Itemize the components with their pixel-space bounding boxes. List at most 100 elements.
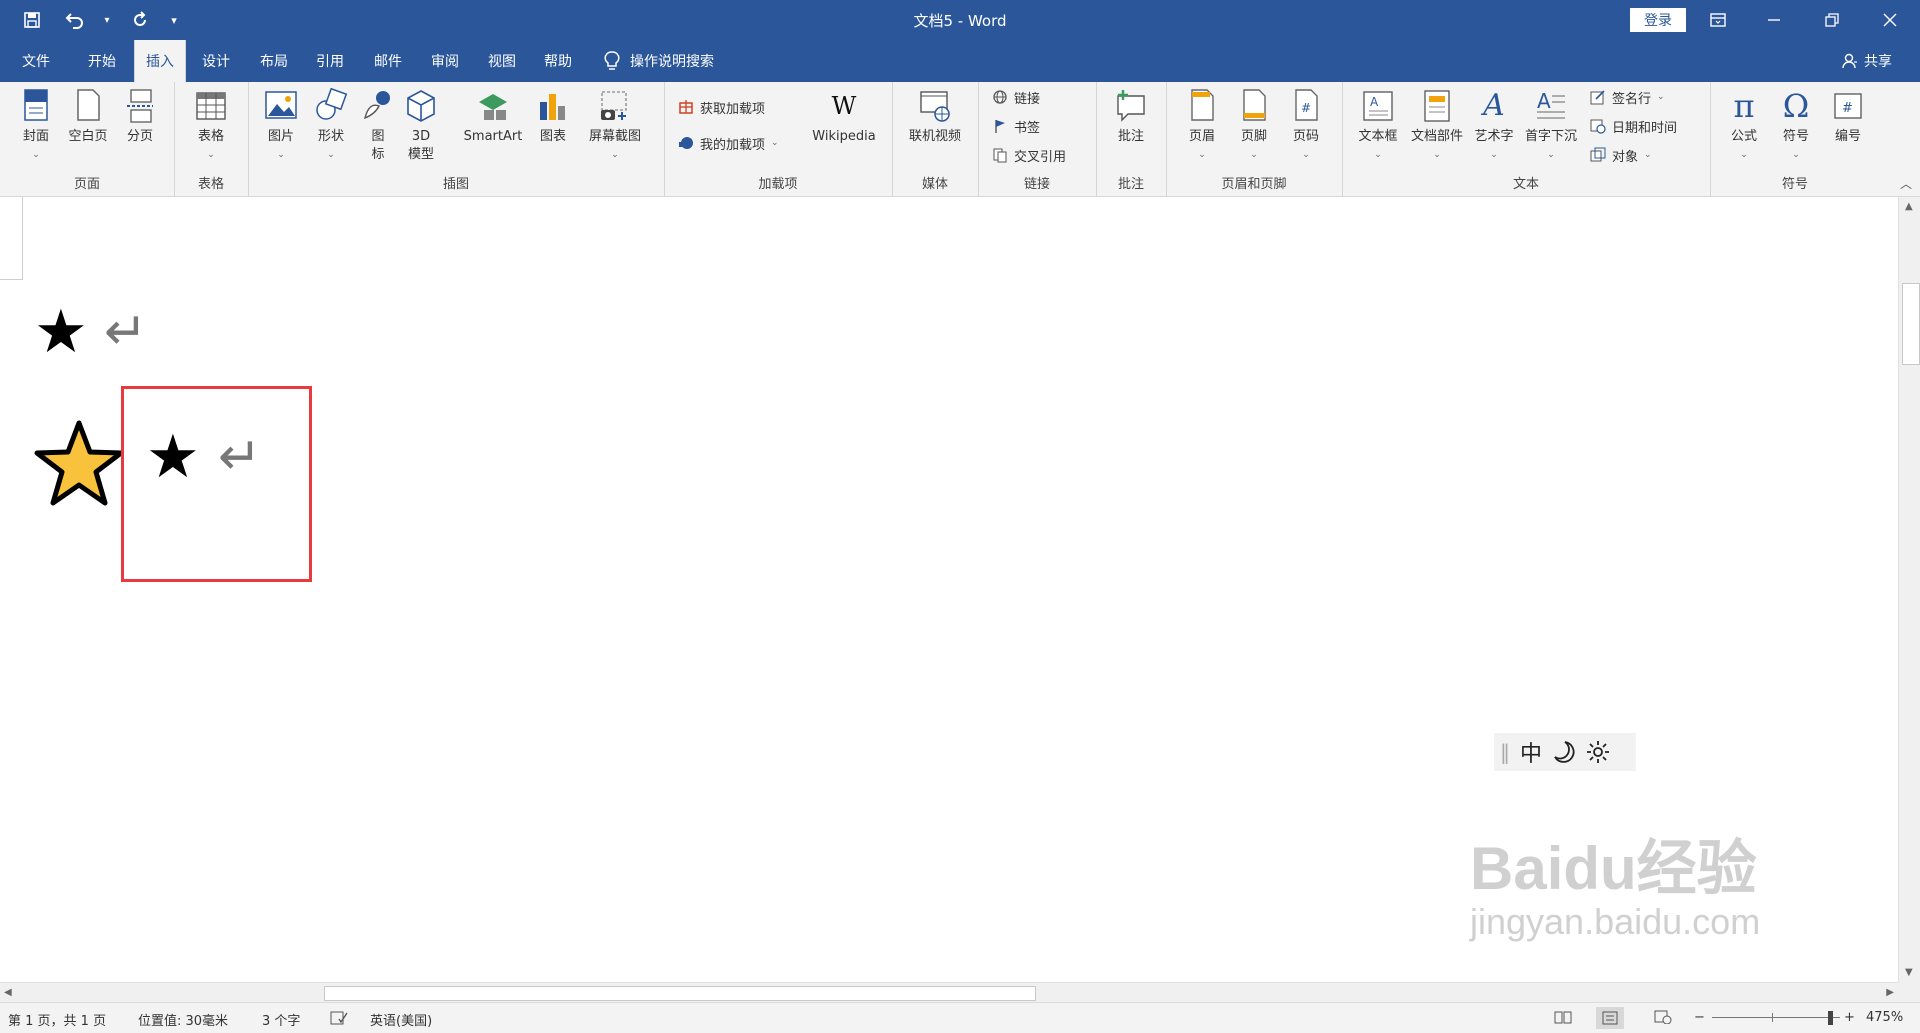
icons-button[interactable]: 图 标 <box>358 88 398 164</box>
blank-page-button[interactable]: 空白页 <box>62 88 114 146</box>
tab-references[interactable]: 引用 <box>304 40 356 82</box>
object-button[interactable]: 对象 ⌄ <box>1590 144 1652 166</box>
header-button[interactable]: 页眉 ⌄ <box>1176 88 1228 164</box>
proofing-icon[interactable] <box>330 1010 348 1030</box>
cross-reference-button[interactable]: 交叉引用 <box>992 144 1066 166</box>
chart-label: 图表 <box>539 129 566 144</box>
vertical-scroll-thumb[interactable] <box>1902 283 1920 365</box>
svg-text:A: A <box>1537 89 1551 113</box>
scroll-left-icon[interactable]: ◀ <box>4 987 12 998</box>
my-addins-label: 我的加载项 <box>700 137 766 153</box>
scroll-up-icon[interactable]: ▲ <box>1905 201 1913 212</box>
restore-icon[interactable] <box>1810 6 1854 34</box>
drop-cap-button[interactable]: A 首字下沉 ⌄ <box>1520 88 1582 164</box>
close-icon[interactable] <box>1868 6 1912 34</box>
cover-page-button[interactable]: 封面 ⌄ <box>10 88 62 164</box>
zoom-level[interactable]: 475% <box>1866 1010 1903 1025</box>
star-shape[interactable] <box>34 419 124 509</box>
minimize-icon[interactable] <box>1752 6 1796 34</box>
tab-insert[interactable]: 插入 <box>134 40 186 82</box>
scroll-right-icon[interactable]: ▶ <box>1886 987 1894 998</box>
drop-cap-label: 首字下沉 <box>1524 129 1577 144</box>
group-tables: 表格 ⌄ 表格 <box>174 82 249 196</box>
page-number-button[interactable]: # 页码 ⌄ <box>1280 88 1332 164</box>
wordart-button[interactable]: A 艺术字 ⌄ <box>1468 88 1520 164</box>
chevron-down-icon: ⌄ <box>1740 150 1748 160</box>
signature-line-button[interactable]: 签名行 ⌄ <box>1590 86 1665 108</box>
word-count[interactable]: 3 个字 <box>262 1010 300 1029</box>
link-button[interactable]: 链接 <box>992 86 1040 108</box>
share-button[interactable]: 共享 <box>1842 40 1892 82</box>
svg-text:#: # <box>1842 101 1853 116</box>
symbol-button[interactable]: Ω 符号 ⌄ <box>1770 88 1822 164</box>
page-break-button[interactable]: 分页 <box>114 88 166 146</box>
zoom-slider-center <box>1772 1013 1773 1022</box>
collapse-ribbon-icon[interactable]: ︿ <box>1900 175 1912 192</box>
equation-label: 公式 <box>1730 129 1757 144</box>
group-media: 联机视频 媒体 <box>892 82 979 196</box>
language[interactable]: 英语(美国) <box>370 1010 432 1029</box>
addins-icon <box>679 137 693 149</box>
zoom-slider-thumb[interactable] <box>1828 1011 1833 1025</box>
page-count[interactable]: 第 1 页，共 1 页 <box>8 1010 106 1029</box>
group-comments: 批注 批注 <box>1096 82 1167 196</box>
tab-design[interactable]: 设计 <box>190 40 242 82</box>
ime-mode-indicator[interactable]: 中 <box>1520 736 1542 768</box>
wikipedia-button[interactable]: W Wikipedia <box>804 88 884 146</box>
table-button[interactable]: 表格 ⌄ <box>185 88 237 164</box>
number-button[interactable]: # 编号 <box>1822 88 1874 146</box>
zoom-in-icon[interactable]: + <box>1844 1010 1855 1025</box>
link-icon <box>993 90 1007 104</box>
quick-parts-button[interactable]: 文档部件 ⌄ <box>1406 88 1468 164</box>
read-mode-icon[interactable] <box>1554 1010 1572 1028</box>
moon-icon[interactable] <box>1552 740 1576 764</box>
get-addins-button[interactable]: 获取加载项 <box>678 96 765 118</box>
horizontal-scrollbar[interactable]: ◀ ▶ <box>0 982 1898 1003</box>
screenshot-button[interactable]: 屏幕截图 ⌄ <box>580 88 650 164</box>
equation-button[interactable]: π 公式 ⌄ <box>1718 88 1770 164</box>
page-corner-marker <box>0 197 23 280</box>
bar-chart-icon <box>540 94 565 120</box>
my-addins-button[interactable]: 我的加载项 ⌄ <box>678 132 779 154</box>
text-box-label: 文本框 <box>1358 129 1398 144</box>
zoom-out-icon[interactable]: − <box>1694 1010 1705 1025</box>
footer-button[interactable]: 页脚 ⌄ <box>1228 88 1280 164</box>
tab-home[interactable]: 开始 <box>74 40 130 82</box>
chart-button[interactable]: 图表 <box>530 88 576 146</box>
chevron-down-icon: ⌄ <box>1433 150 1441 160</box>
tab-mailings[interactable]: 邮件 <box>362 40 414 82</box>
position-value[interactable]: 位置值: 30毫米 <box>138 1010 228 1029</box>
signature-line-label: 签名行 <box>1612 91 1652 107</box>
text-box-button[interactable]: A 文本框 ⌄ <box>1350 88 1406 164</box>
3d-models-button[interactable]: 3D 模型 <box>398 88 444 164</box>
tell-me-search[interactable]: 操作说明搜索 <box>604 40 714 82</box>
ime-drag-handle[interactable]: ‖ <box>1500 740 1510 764</box>
shapes-icon <box>316 88 348 120</box>
shapes-button[interactable]: 形状 ⌄ <box>308 88 354 164</box>
tab-view[interactable]: 视图 <box>476 40 528 82</box>
blank-page-icon <box>77 89 100 121</box>
horizontal-scroll-thumb[interactable] <box>324 986 1036 1001</box>
chevron-down-icon: ⌄ <box>611 150 619 160</box>
vertical-scrollbar[interactable]: ▲ ▼ <box>1898 197 1920 982</box>
smartart-button[interactable]: SmartArt <box>460 88 526 146</box>
tab-help[interactable]: 帮助 <box>532 40 584 82</box>
group-media-label: 媒体 <box>921 177 948 192</box>
bookmark-button[interactable]: 书签 <box>992 115 1040 137</box>
quick-parts-label: 文档部件 <box>1410 129 1463 144</box>
ribbon-display-options-icon[interactable] <box>1696 6 1740 34</box>
pictures-button[interactable]: 图片 ⌄ <box>258 88 304 164</box>
web-layout-icon[interactable] <box>1654 1010 1672 1028</box>
date-time-button[interactable]: 日期和时间 <box>1590 115 1677 137</box>
chevron-down-icon: ⌄ <box>1302 150 1310 160</box>
tab-review[interactable]: 审阅 <box>418 40 472 82</box>
zoom-slider-track[interactable] <box>1712 1017 1840 1018</box>
scroll-down-icon[interactable]: ▼ <box>1905 967 1913 978</box>
login-button[interactable]: 登录 <box>1630 8 1686 32</box>
tab-file[interactable]: 文件 <box>8 40 64 82</box>
online-video-button[interactable]: 联机视频 <box>898 88 972 146</box>
print-layout-icon[interactable] <box>1596 1007 1624 1029</box>
comment-button[interactable]: 批注 <box>1105 88 1157 146</box>
gear-icon[interactable] <box>1586 740 1610 764</box>
tab-layout[interactable]: 布局 <box>248 40 300 82</box>
